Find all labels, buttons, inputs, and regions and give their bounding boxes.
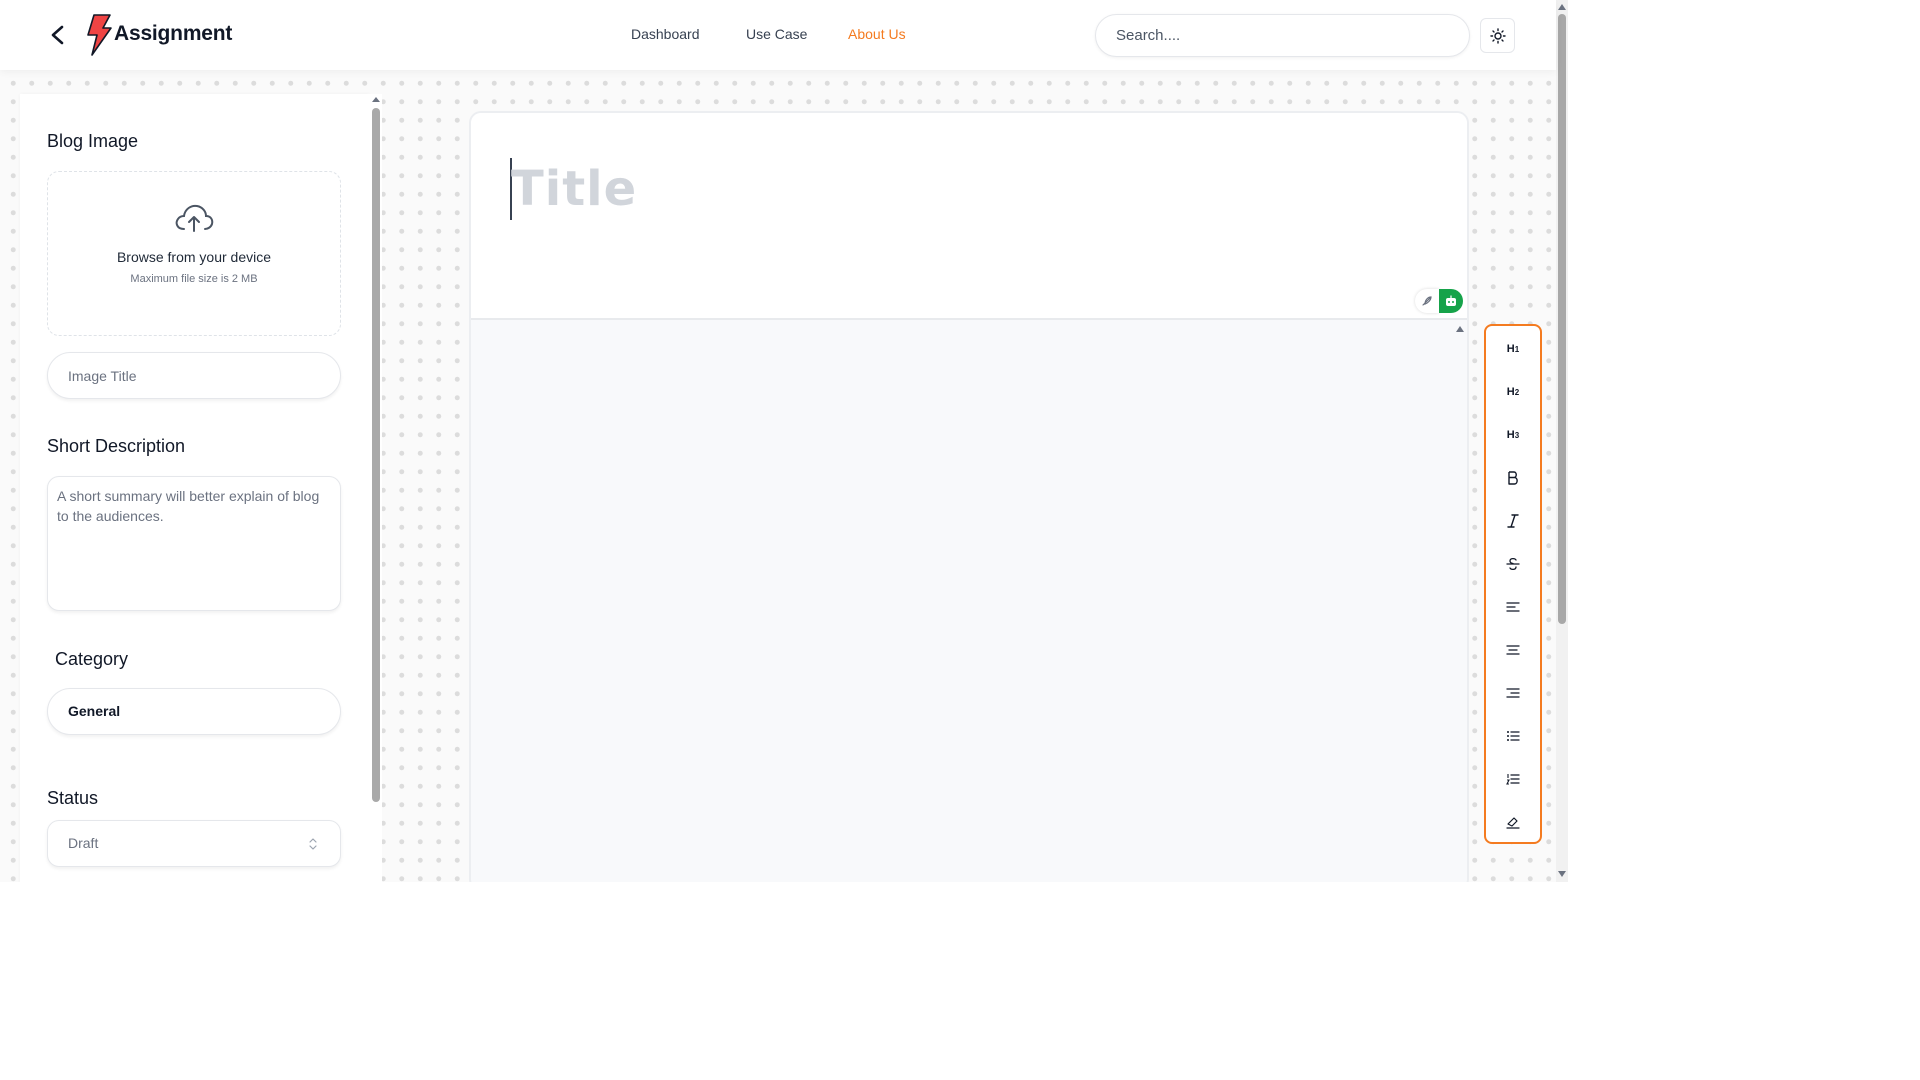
cloud-upload-icon <box>175 204 214 232</box>
blog-image-label: Blog Image <box>47 131 139 151</box>
nav-dashboard[interactable]: Dashboard <box>631 26 700 42</box>
nav-use-case[interactable]: Use Case <box>746 26 807 42</box>
editor-scroll-up-arrow-icon[interactable] <box>1455 324 1465 333</box>
category-value: General <box>68 703 121 719</box>
window-scroll-up-arrow-icon[interactable] <box>1557 2 1567 11</box>
theme-toggle-button[interactable] <box>1480 18 1515 53</box>
lightning-logo-icon <box>86 14 112 56</box>
nav-about-us[interactable]: About Us <box>848 26 906 42</box>
title-area[interactable]: Title <box>471 113 1467 320</box>
image-title-input[interactable] <box>47 352 341 399</box>
italic-icon[interactable] <box>1498 506 1528 536</box>
ordered-list-icon[interactable] <box>1498 764 1528 794</box>
heading-1-icon[interactable]: H1 <box>1498 334 1528 364</box>
title-input[interactable]: Title <box>511 161 637 217</box>
image-upload-dropzone[interactable]: Browse from your device Maximum file siz… <box>47 171 341 336</box>
heading-3-icon[interactable]: H3 <box>1498 420 1528 450</box>
back-arrow-icon[interactable] <box>44 21 72 49</box>
panel-scrollbar-thumb[interactable] <box>372 108 380 802</box>
bullet-list-icon[interactable] <box>1498 721 1528 751</box>
status-value: Draft <box>68 835 99 851</box>
strikethrough-icon[interactable] <box>1498 549 1528 579</box>
status-label: Status <box>47 788 99 808</box>
title-tools <box>1415 289 1463 313</box>
short-description-textarea[interactable] <box>47 476 341 611</box>
chevron-updown-icon <box>309 838 317 850</box>
align-center-icon[interactable] <box>1498 635 1528 665</box>
upload-size-limit: Maximum file size is 2 MB <box>130 273 258 285</box>
align-left-icon[interactable] <box>1498 592 1528 622</box>
scroll-up-arrow-icon[interactable] <box>371 94 381 104</box>
short-description-label: Short Description <box>47 436 186 456</box>
category-input[interactable]: General <box>47 688 341 735</box>
brand-name: Assignment <box>114 22 233 45</box>
category-label: Category <box>55 649 129 669</box>
editor-card: Title <box>469 111 1469 882</box>
sun-icon <box>1489 27 1506 44</box>
window-scrollbar-thumb[interactable] <box>1558 14 1566 624</box>
align-right-icon[interactable] <box>1498 678 1528 708</box>
window-scroll-down-arrow-icon[interactable] <box>1557 870 1567 879</box>
bold-icon[interactable] <box>1498 463 1528 493</box>
format-toolbar: H1 H2 H3 <box>1484 324 1542 844</box>
search-input[interactable] <box>1095 14 1470 57</box>
app-root: Assignment Dashboard Use Case About Us B… <box>0 0 1568 882</box>
ai-robot-icon[interactable] <box>1439 289 1463 313</box>
top-header: Assignment Dashboard Use Case About Us <box>0 0 1556 70</box>
upload-instruction: Browse from your device <box>116 249 272 265</box>
clear-format-icon[interactable] <box>1498 807 1528 837</box>
heading-2-icon[interactable]: H2 <box>1498 377 1528 407</box>
feather-icon[interactable] <box>1415 289 1439 313</box>
status-select[interactable]: Draft <box>47 820 341 867</box>
